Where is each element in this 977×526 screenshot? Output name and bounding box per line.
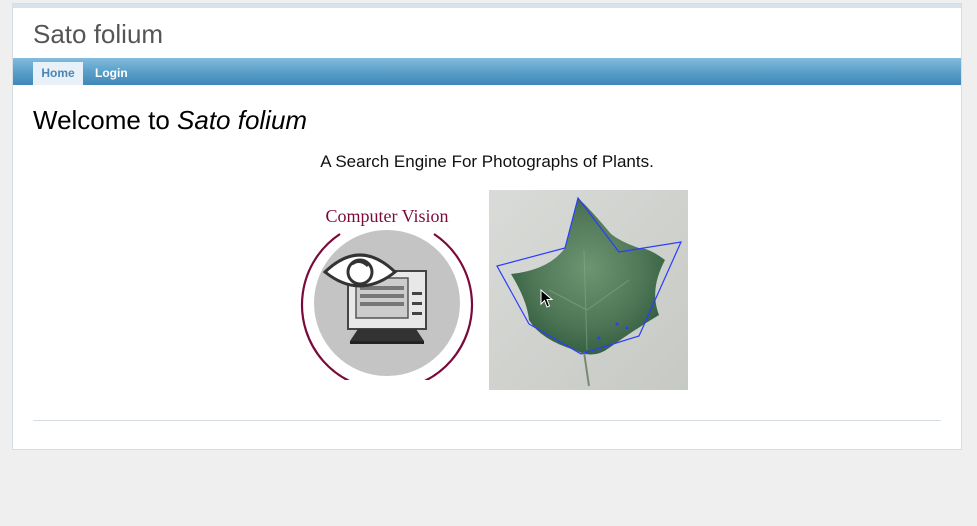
main-navbar: Home Login <box>13 58 961 85</box>
site-title[interactable]: Sato folium <box>33 20 163 48</box>
page-heading: Welcome to Sato folium <box>33 104 307 136</box>
cv-logo-text: Computer Vision <box>325 206 448 226</box>
page-container: Sato folium Home Login Welcome to Sato f… <box>12 3 962 450</box>
tagline: A Search Engine For Photographs of Plant… <box>320 152 654 171</box>
mouse-pointer-icon <box>540 289 554 308</box>
nav-login-link[interactable]: Login <box>87 62 136 85</box>
top-accent-bar <box>13 4 961 8</box>
heading-prefix: Welcome to <box>33 105 178 135</box>
computer-vision-logo: Computer Vision <box>300 206 474 380</box>
content-divider <box>33 420 941 421</box>
heading-site-name: Sato folium <box>177 105 308 135</box>
leaf-photo <box>489 190 688 390</box>
nav-home-tab[interactable]: Home <box>33 62 83 85</box>
